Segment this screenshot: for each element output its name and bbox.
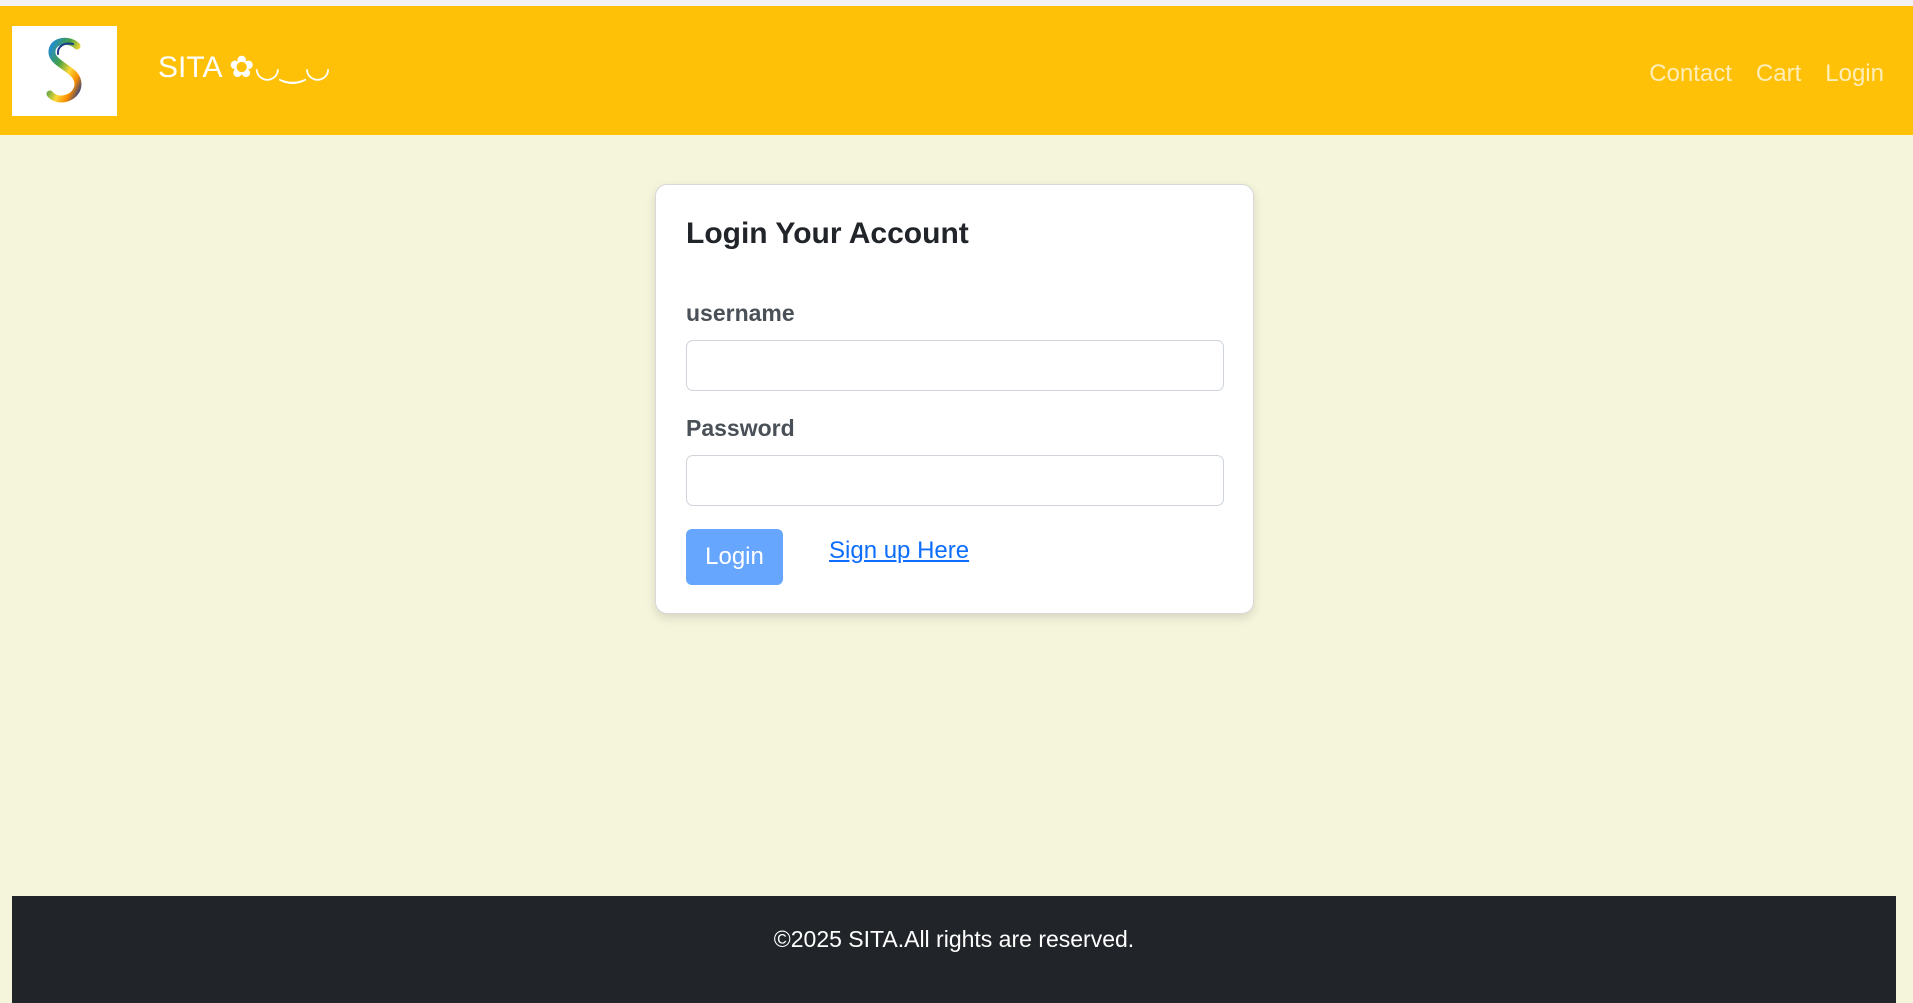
nav-cart-link[interactable]: Cart xyxy=(1756,60,1801,88)
username-label: username xyxy=(686,300,795,326)
password-label: Password xyxy=(686,415,795,441)
login-card: Login Your Account username Password Log… xyxy=(655,184,1254,614)
nav-login-link[interactable]: Login xyxy=(1825,60,1884,88)
nav-menu: Contact Cart Login xyxy=(1649,60,1884,88)
brand-title[interactable]: SITA ✿◡‿◡ xyxy=(158,50,331,85)
logo[interactable] xyxy=(12,26,117,116)
login-title: Login Your Account xyxy=(686,217,969,250)
logo-s-icon xyxy=(46,37,82,103)
password-input[interactable] xyxy=(686,455,1224,506)
signup-link[interactable]: Sign up Here xyxy=(829,537,969,565)
username-input[interactable] xyxy=(686,340,1224,391)
footer: ©2025 SITA.All rights are reserved. xyxy=(12,896,1896,1003)
footer-copyright: ©2025 SITA.All rights are reserved. xyxy=(773,926,1135,952)
login-button[interactable]: Login xyxy=(686,529,783,585)
navbar: SITA ✿◡‿◡ Contact Cart Login xyxy=(0,6,1913,135)
nav-contact-link[interactable]: Contact xyxy=(1649,60,1732,88)
